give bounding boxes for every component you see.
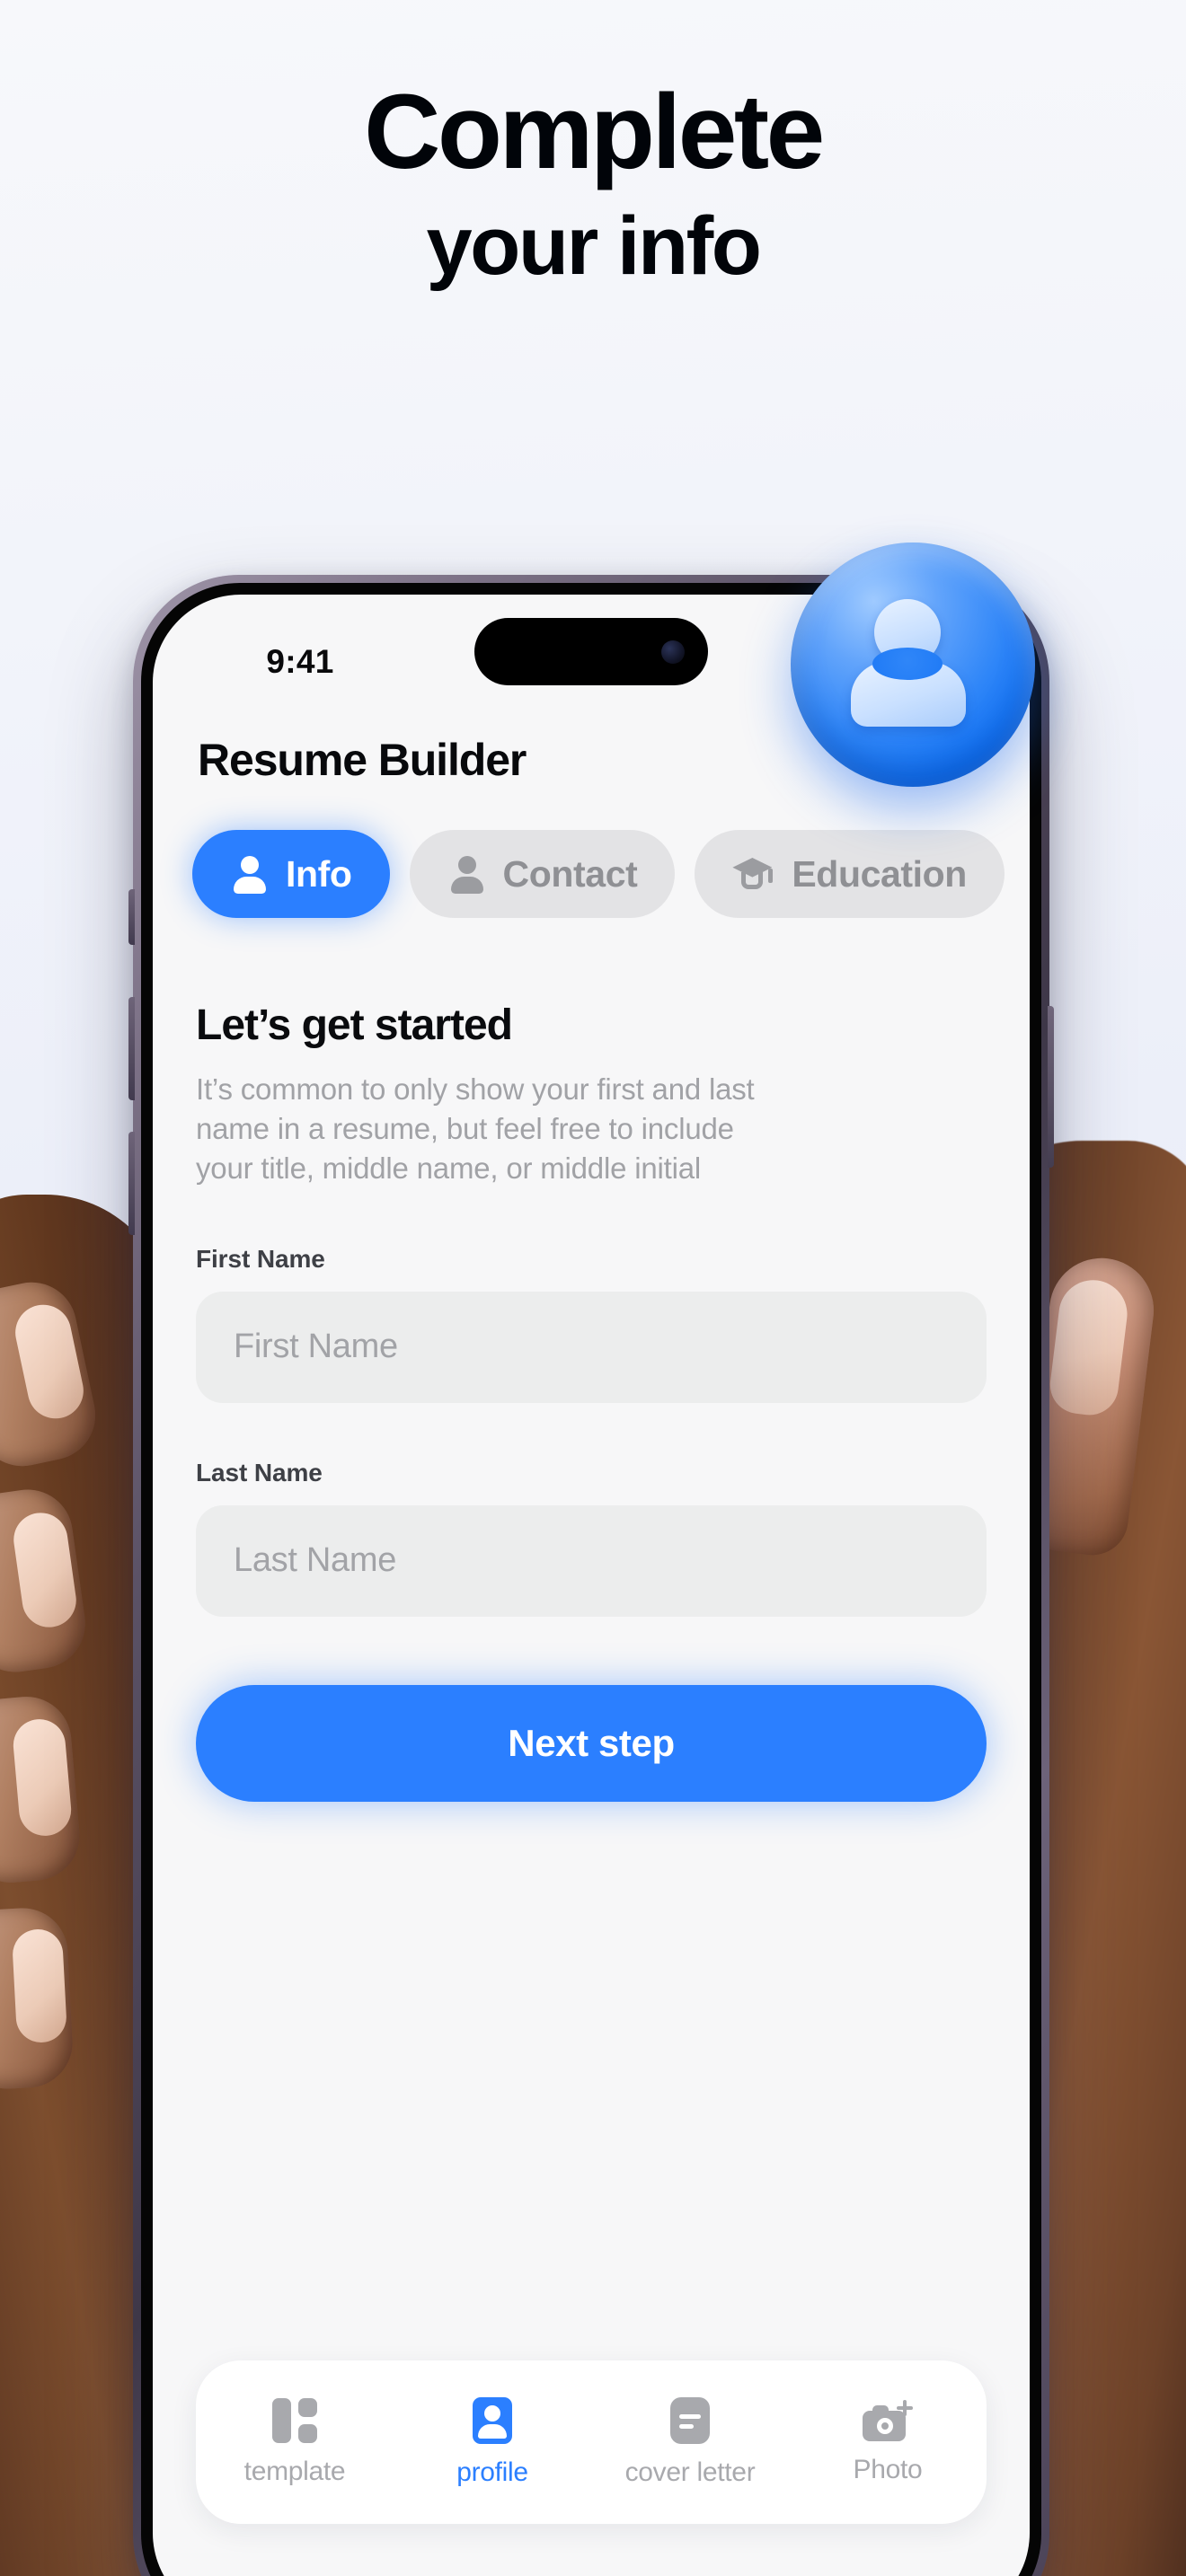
fingernail-1 xyxy=(10,1299,89,1425)
dynamic-island xyxy=(474,618,708,685)
graduation-cap-icon xyxy=(732,854,775,894)
person-icon xyxy=(230,854,270,894)
phone-screen: 9:41 Resume Builder Info Contact Educati… xyxy=(153,595,1030,2576)
last-name-field-group: Last Name Last Name xyxy=(196,1459,987,1617)
phone-bezel: 9:41 Resume Builder Info Contact Educati… xyxy=(141,583,1041,2576)
finger-3 xyxy=(0,1692,84,1887)
headline-line-1: Complete xyxy=(364,73,825,191)
volume-up-button[interactable] xyxy=(128,997,135,1100)
last-name-label: Last Name xyxy=(196,1458,323,1486)
camera-plus-icon xyxy=(863,2399,913,2441)
nav-photo-label: Photo xyxy=(853,2454,923,2484)
next-step-label: Next step xyxy=(508,1721,675,1764)
phone-device: 9:41 Resume Builder Info Contact Educati… xyxy=(128,575,1054,2576)
status-time: 9:41 xyxy=(266,643,334,680)
nav-cover-letter-label: cover letter xyxy=(624,2457,756,2487)
nav-item-template[interactable]: template xyxy=(196,2397,394,2487)
promo-headline: Complete your info xyxy=(0,79,1186,287)
first-name-input[interactable]: First Name xyxy=(196,1291,987,1403)
tab-info[interactable]: Info xyxy=(192,830,390,918)
nav-item-photo[interactable]: Photo xyxy=(789,2399,987,2485)
fingernail-4 xyxy=(11,1928,68,2044)
finger-2 xyxy=(0,1484,92,1678)
promo-stage: Complete your info 9:41 Resume Builder I… xyxy=(0,0,1186,2576)
section-heading: Let’s get started xyxy=(196,1001,513,1049)
nav-item-profile[interactable]: profile xyxy=(394,2396,591,2488)
nav-item-cover-letter[interactable]: cover letter xyxy=(591,2396,789,2488)
fingernail-3 xyxy=(11,1716,74,1839)
grid-layout-icon xyxy=(272,2397,317,2443)
bottom-navigation: template profile cover letter Photo xyxy=(196,2360,987,2524)
tab-contact-label: Contact xyxy=(502,852,638,895)
person-icon xyxy=(447,854,487,894)
section-description: It’s common to only show your first and … xyxy=(196,1072,755,1186)
form-content: Let’s get started It’s common to only sh… xyxy=(153,954,1030,1802)
finger-4 xyxy=(0,1905,75,2092)
contact-card-icon xyxy=(473,2396,512,2444)
thumbnail xyxy=(1047,1275,1131,1419)
finger-1 xyxy=(0,1274,104,1475)
mute-switch[interactable] xyxy=(128,889,135,945)
category-tabs: Info Contact Education xyxy=(153,830,1030,918)
power-button[interactable] xyxy=(1048,1006,1054,1168)
headline-line-2: your info xyxy=(426,200,762,292)
volume-down-button[interactable] xyxy=(128,1132,135,1235)
document-icon xyxy=(670,2396,710,2444)
page-title: Resume Builder xyxy=(198,735,527,785)
nav-template-label: template xyxy=(243,2456,346,2486)
first-name-field-group: First Name First Name xyxy=(196,1245,987,1403)
person-avatar-icon xyxy=(791,543,1035,787)
first-name-placeholder: First Name xyxy=(234,1328,398,1366)
first-name-label: First Name xyxy=(196,1244,325,1273)
front-camera-icon xyxy=(661,640,685,664)
fingernail-2 xyxy=(10,1509,80,1631)
tab-info-label: Info xyxy=(286,852,352,895)
last-name-placeholder: Last Name xyxy=(234,1541,397,1580)
last-name-input[interactable]: Last Name xyxy=(196,1504,987,1617)
next-step-button[interactable]: Next step xyxy=(196,1684,987,1802)
avatar-glyph xyxy=(845,597,980,732)
tab-contact[interactable]: Contact xyxy=(409,830,676,918)
tab-education[interactable]: Education xyxy=(695,830,1005,918)
nav-profile-label: profile xyxy=(456,2457,528,2487)
tab-education-label: Education xyxy=(792,852,967,895)
